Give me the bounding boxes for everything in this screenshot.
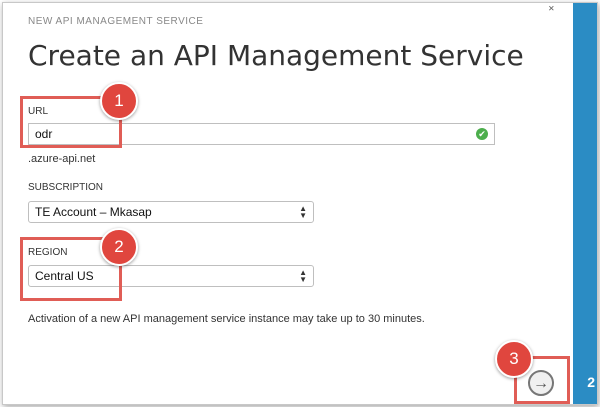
- annotation-badge-1: 1: [100, 82, 138, 120]
- page-title: Create an API Management Service: [28, 39, 524, 72]
- dialog: 2 ˟ NEW API MANAGEMENT SERVICE Create an…: [2, 2, 598, 405]
- close-icon[interactable]: ˟: [549, 3, 554, 19]
- url-suffix: .azure-api.net: [28, 153, 96, 165]
- subscription-value: TE Account – Mkasap: [35, 205, 152, 219]
- step-number: 2: [587, 374, 595, 390]
- side-strip: [573, 3, 597, 404]
- dialog-header: NEW API MANAGEMENT SERVICE: [28, 16, 204, 27]
- annotation-badge-3: 3: [495, 340, 533, 378]
- subscription-select[interactable]: TE Account – Mkasap ▲ ▼: [28, 201, 314, 223]
- annotation-badge-2: 2: [100, 228, 138, 266]
- checkmark-icon: ✔: [476, 128, 488, 140]
- select-arrows-icon: ▲ ▼: [299, 204, 307, 220]
- subscription-label: SUBSCRIPTION: [28, 182, 104, 193]
- activation-note: Activation of a new API management servi…: [28, 313, 425, 325]
- select-arrows-icon: ▲ ▼: [299, 268, 307, 284]
